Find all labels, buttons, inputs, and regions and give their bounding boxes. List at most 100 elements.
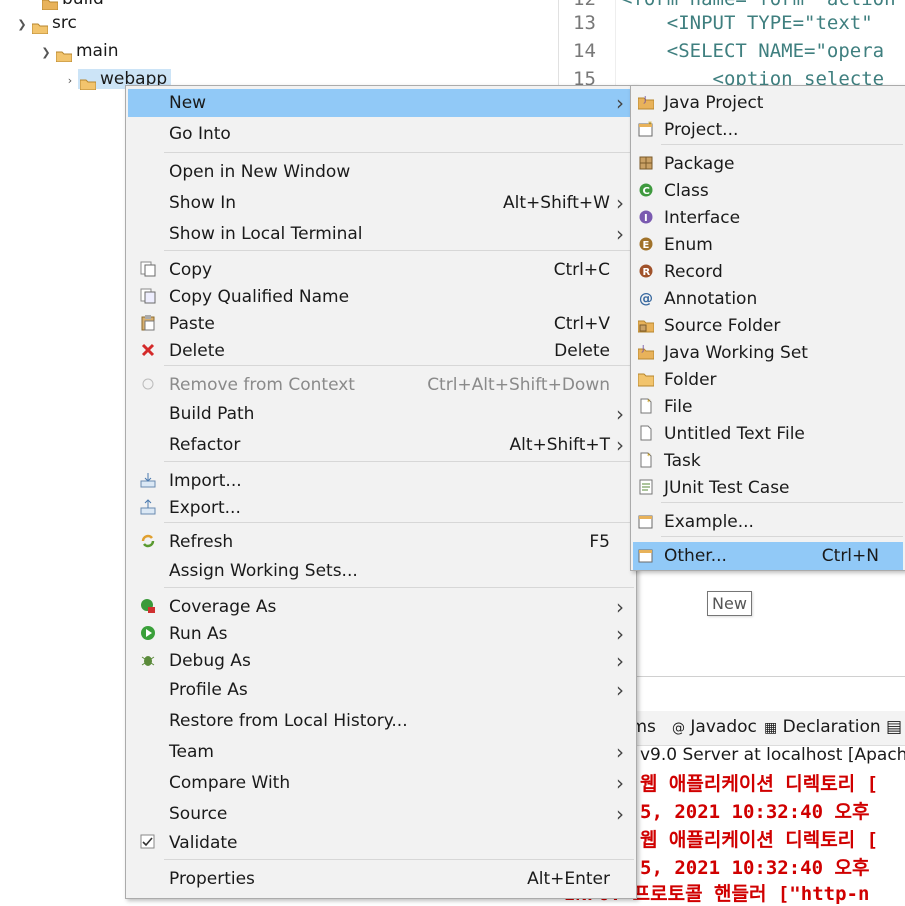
new-item-task[interactable]: * Task [633,447,903,475]
delete-icon [140,342,156,358]
coverage-icon [140,598,156,614]
menu-item-coverage-as[interactable]: Coverage As › [128,593,634,621]
menu-item-compare-with[interactable]: Compare With › [128,769,634,797]
menu-item-build-path[interactable]: Build Path › [128,400,634,428]
chevron-down-icon[interactable]: ❯ [38,40,54,66]
folder-icon [637,371,655,387]
menu-item-team[interactable]: Team › [128,738,634,766]
menu-item-label: Enum [664,235,713,255]
svg-text:I: I [644,213,648,224]
new-item-interface[interactable]: I Interface [633,204,903,232]
context-menu: New › Go Into Open in New Window Show In Alt+… [125,85,637,899]
menu-item-label: Remove from Context [169,375,355,395]
new-item-source-folder[interactable]: Source Folder [633,312,903,340]
tree-label: main [76,41,119,61]
tab-declaration[interactable]: ▦ Declaration [764,717,881,737]
menu-item-label: Restore from Local History... [169,711,408,731]
folder-open-icon [79,72,97,90]
new-item-project[interactable]: * Project... [633,116,903,144]
task-icon: * [638,452,654,468]
menu-item-copy-qualified-name[interactable]: Copy Qualified Name [128,283,634,311]
new-item-other[interactable]: Other... Ctrl+N [633,542,903,570]
chevron-right-icon[interactable]: › [62,68,78,94]
record-icon: R [638,263,654,279]
remove-context-icon [140,376,156,392]
menu-item-label: Go Into [169,124,231,144]
menu-item-profile-as[interactable]: Profile As › [128,676,634,704]
new-item-java-project[interactable]: J Java Project [633,89,903,117]
new-item-enum[interactable]: E Enum [633,231,903,259]
new-item-junit-test-case[interactable]: JUnit Test Case [633,474,903,502]
menu-item-validate[interactable]: Validate [128,829,634,857]
menu-item-delete[interactable]: Delete Delete [128,337,634,365]
menu-item-shortcut: Alt+Shift+W [503,193,610,213]
line-number: 12 [573,0,596,10]
submenu-arrow-icon: › [616,678,624,702]
menu-item-label: Other... [664,546,727,566]
new-item-file[interactable]: * File [633,393,903,421]
new-item-java-working-set[interactable]: J Java Working Set [633,339,903,367]
submenu-arrow-icon: › [616,433,624,457]
svg-text:J: J [641,344,644,353]
run-icon [140,625,156,641]
other-icon [638,547,654,563]
import-icon [140,472,156,488]
svg-text:R: R [643,267,651,278]
menu-item-shortcut: Ctrl+Alt+Shift+Down [427,375,610,395]
menu-item-label: Task [664,451,701,471]
menu-item-label: New [169,93,207,113]
menu-item-source[interactable]: Source › [128,800,634,828]
menu-item-import[interactable]: Import... [128,467,634,495]
menu-item-show-in-local-terminal[interactable]: Show in Local Terminal › [128,220,634,248]
new-item-untitled-text-file[interactable]: Untitled Text File [633,420,903,448]
menu-item-open-in-new-window[interactable]: Open in New Window [128,158,634,186]
menu-item-refactor[interactable]: Refactor Alt+Shift+T › [128,431,634,459]
code-editor[interactable]: 12 <form name="form" action 13 <INPUT TY… [558,0,905,98]
file-icon: * [638,398,654,414]
menu-item-label: Compare With [169,773,291,793]
menu-item-shortcut: Alt+Shift+T [509,435,610,455]
console-icon[interactable]: ▤ [886,717,902,737]
code-line: <INPUT TYPE="text" [621,12,873,34]
tree-item-src[interactable]: ❯ src [14,10,77,36]
menu-item-new[interactable]: New › [128,89,634,117]
console-panel: ems @ Javadoc ▦ Declaration ▤ v9.0 Serve… [564,676,905,905]
folder-open-icon [55,44,73,62]
menu-item-label: Build Path [169,404,255,424]
tab-javadoc[interactable]: @ Javadoc [672,717,757,737]
console-line: 웹 애플리케이션 디렉토리 [ [640,829,879,851]
debug-icon [140,652,156,668]
new-item-class[interactable]: C Class [633,177,903,205]
new-item-example[interactable]: Example... [633,508,903,536]
package-icon [638,155,654,171]
menu-item-refresh[interactable]: Refresh F5 [128,528,634,556]
menu-item-run-as[interactable]: Run As › [128,620,634,648]
menu-item-export[interactable]: Export... [128,494,634,522]
menu-item-label: Export... [169,498,241,518]
submenu-arrow-icon: › [616,740,624,764]
menu-item-label: Assign Working Sets... [169,561,358,581]
menu-item-debug-as[interactable]: Debug As › [128,647,634,675]
menu-item-show-in[interactable]: Show In Alt+Shift+W › [128,189,634,217]
menu-item-restore-from-local-history[interactable]: Restore from Local History... [128,707,634,735]
new-item-annotation[interactable]: @ Annotation [633,285,903,313]
view-tabs: ems @ Javadoc ▦ Declaration ▤ [620,711,905,746]
menu-item-label: Untitled Text File [664,424,805,444]
new-submenu: J Java Project * Project... Package C Class I In… [630,85,905,571]
new-item-package[interactable]: Package [633,150,903,178]
menu-item-paste[interactable]: Paste Ctrl+V [128,310,634,338]
menu-item-copy[interactable]: Copy Ctrl+C [128,256,634,284]
menu-item-properties[interactable]: Properties Alt+Enter [128,865,634,893]
copy-icon [140,261,156,277]
menu-item-assign-working-sets[interactable]: Assign Working Sets... [128,557,634,585]
menu-item-label: JUnit Test Case [664,478,790,498]
console-line: 웹 애플리케이션 디렉토리 [ [640,773,879,795]
menu-separator [164,522,634,523]
menu-separator [164,461,634,462]
menu-item-go-into[interactable]: Go Into [128,120,634,148]
new-item-folder[interactable]: Folder [633,366,903,394]
tree-item-main[interactable]: ❯ main [38,38,118,64]
new-item-record[interactable]: R Record [633,258,903,286]
chevron-down-icon[interactable]: ❯ [14,12,30,38]
checkbox-icon [140,834,156,850]
